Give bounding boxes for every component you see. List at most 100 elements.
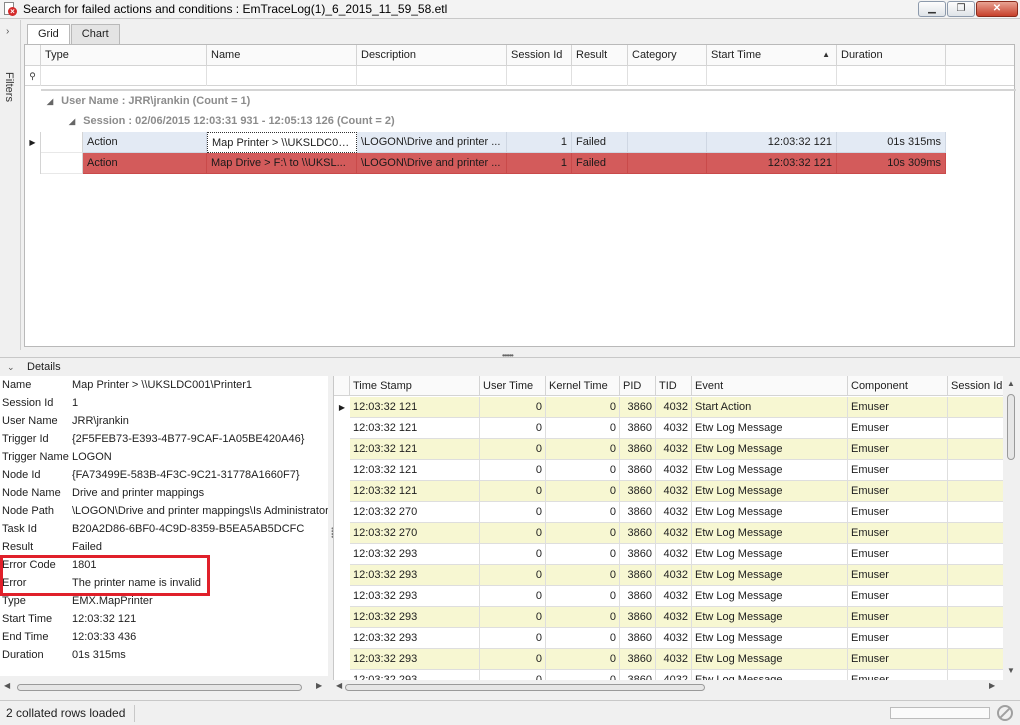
cell-user-time[interactable]: 0 [480,670,546,680]
column-header-event[interactable]: Event [692,376,848,396]
cell-tid[interactable]: 4032 [656,481,692,502]
cell-session-id[interactable] [948,649,1008,670]
filters-label[interactable]: Filters [3,72,15,102]
cell-session-id[interactable] [948,397,1008,418]
cell-time-stamp[interactable]: 12:03:32 293 [350,544,480,565]
cell-session-id[interactable] [948,628,1008,649]
cell-event[interactable]: Etw Log Message [692,481,848,502]
cancel-icon[interactable] [997,705,1013,721]
cell-tid[interactable]: 4032 [656,544,692,565]
filter-cell-start-time[interactable] [707,66,837,86]
cell-user-time[interactable]: 0 [480,649,546,670]
cell-component[interactable]: Emuser [848,439,948,460]
column-header-tid[interactable]: TID [656,376,692,396]
event-row[interactable]: 12:03:32 293 0 0 3860 4032 Etw Log Message Emu… [334,649,1020,670]
cell-time-stamp[interactable]: 12:03:32 293 [350,565,480,586]
cell-name[interactable]: Map Printer > \\UKSLDC00... [207,132,357,153]
cell-component[interactable]: Emuser [848,586,948,607]
cell-tid[interactable]: 4032 [656,586,692,607]
collapse-triangle-icon[interactable]: ◢ [69,117,75,126]
cell-component[interactable]: Emuser [848,544,948,565]
cell-tid[interactable]: 4032 [656,649,692,670]
cell-event[interactable]: Etw Log Message [692,670,848,680]
cell-pid[interactable]: 3860 [620,628,656,649]
cell-session-id[interactable]: 1 [507,132,572,153]
cell-user-time[interactable]: 0 [480,418,546,439]
cell-tid[interactable]: 4032 [656,418,692,439]
cell-component[interactable]: Emuser [848,607,948,628]
cell-tid[interactable]: 4032 [656,628,692,649]
column-header-category[interactable]: Category [628,45,707,66]
column-header-duration[interactable]: Duration [837,45,946,66]
cell-pid[interactable]: 3860 [620,418,656,439]
cell-result[interactable]: Failed [572,132,628,153]
scroll-right-icon[interactable]: ▶ [989,681,995,690]
event-row[interactable]: 12:03:32 121 0 0 3860 4032 Etw Log Message Emu… [334,481,1020,502]
event-row[interactable]: 12:03:32 293 0 0 3860 4032 Etw Log Message Emu… [334,565,1020,586]
scroll-right-icon[interactable]: ▶ [316,681,322,690]
cell-session-id[interactable] [948,418,1008,439]
cell-user-time[interactable]: 0 [480,481,546,502]
cell-kernel-time[interactable]: 0 [546,523,620,544]
collapse-triangle-icon[interactable]: ◢ [47,97,53,106]
cell-type[interactable]: Action [83,153,207,174]
cell-kernel-time[interactable]: 0 [546,418,620,439]
cell-kernel-time[interactable]: 0 [546,397,620,418]
cell-user-time[interactable]: 0 [480,460,546,481]
cell-session-id[interactable] [948,523,1008,544]
column-header-pid[interactable]: PID [620,376,656,396]
cell-tid[interactable]: 4032 [656,607,692,628]
cell-session-id[interactable]: 1 [507,153,572,174]
cell-event[interactable]: Etw Log Message [692,418,848,439]
scroll-up-icon[interactable]: ▲ [1007,379,1015,388]
column-header-component[interactable]: Component [848,376,948,396]
cell-user-time[interactable]: 0 [480,397,546,418]
cell-kernel-time[interactable]: 0 [546,628,620,649]
filter-cell-name[interactable] [207,66,357,86]
cell-event[interactable]: Etw Log Message [692,607,848,628]
event-row[interactable]: 12:03:32 270 0 0 3860 4032 Etw Log Message Emu… [334,502,1020,523]
cell-time-stamp[interactable]: 12:03:32 293 [350,586,480,607]
cell-start-time[interactable]: 12:03:32 121 [707,132,837,153]
filter-cell-result[interactable] [572,66,628,86]
cell-kernel-time[interactable]: 0 [546,649,620,670]
filter-cell-description[interactable] [357,66,507,86]
scrollbar-thumb[interactable] [17,684,302,691]
event-row[interactable]: 12:03:32 293 0 0 3860 4032 Etw Log Message Emu… [334,607,1020,628]
minimize-button[interactable]: ▁ [918,1,946,17]
cell-event[interactable]: Etw Log Message [692,649,848,670]
chevron-right-icon[interactable]: › [6,26,9,37]
cell-time-stamp[interactable]: 12:03:32 121 [350,460,480,481]
cell-duration[interactable]: 01s 315ms [837,132,946,153]
cell-time-stamp[interactable]: 12:03:32 293 [350,670,480,680]
cell-time-stamp[interactable]: 12:03:32 121 [350,439,480,460]
cell-user-time[interactable]: 0 [480,628,546,649]
column-header-kernel-time[interactable]: Kernel Time [546,376,620,396]
group-row-session[interactable]: ◢ Session : 02/06/2015 12:03:31 931 - 12:… [69,111,395,131]
cell-user-time[interactable]: 0 [480,439,546,460]
cell-session-id[interactable] [948,439,1008,460]
cell-event[interactable]: Etw Log Message [692,439,848,460]
auto-filter-row[interactable]: ⚲ [25,66,1014,86]
event-row[interactable]: 12:03:32 293 0 0 3860 4032 Etw Log Message Emu… [334,670,1020,680]
cell-kernel-time[interactable]: 0 [546,607,620,628]
tab-grid[interactable]: Grid [27,24,70,45]
cell-user-time[interactable]: 0 [480,502,546,523]
details-header[interactable]: ⌄ Details [0,357,1020,375]
scrollbar-thumb[interactable] [345,684,705,691]
scroll-left-icon[interactable]: ◀ [336,681,342,690]
cell-description[interactable]: \LOGON\Drive and printer ... [357,132,507,153]
cell-tid[interactable]: 4032 [656,565,692,586]
cell-description[interactable]: \LOGON\Drive and printer ... [357,153,507,174]
cell-session-id[interactable] [948,460,1008,481]
event-row[interactable]: 12:03:32 270 0 0 3860 4032 Etw Log Message Emu… [334,523,1020,544]
cell-tid[interactable]: 4032 [656,460,692,481]
cell-time-stamp[interactable]: 12:03:32 121 [350,397,480,418]
cell-tid[interactable]: 4032 [656,523,692,544]
cell-session-id[interactable] [948,670,1008,680]
group-row-user[interactable]: ◢ User Name : JRR\jrankin (Count = 1) [47,91,250,111]
scroll-down-icon[interactable]: ▼ [1007,666,1015,675]
cell-session-id[interactable] [948,586,1008,607]
cell-tid[interactable]: 4032 [656,397,692,418]
column-header-time-stamp[interactable]: Time Stamp [350,376,480,396]
